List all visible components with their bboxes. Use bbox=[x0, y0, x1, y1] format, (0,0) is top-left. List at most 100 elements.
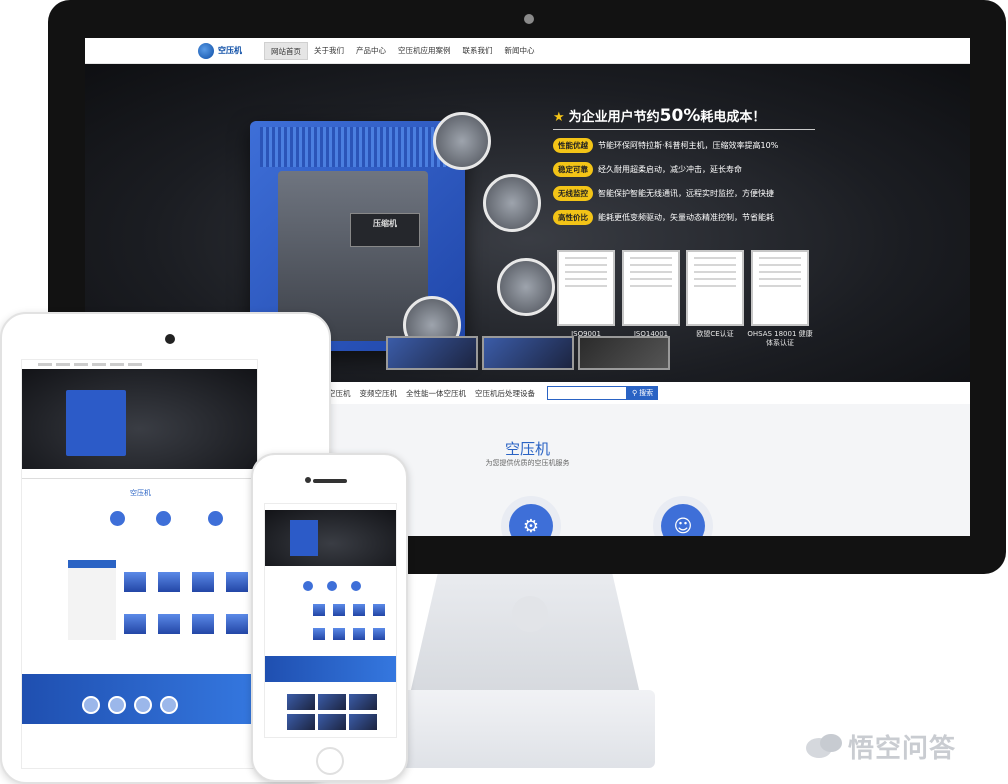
phone-service-icon bbox=[351, 581, 361, 591]
monitor-stand-neck bbox=[410, 574, 640, 694]
detail-circle-3 bbox=[497, 258, 555, 316]
star-icon: ★ bbox=[553, 110, 565, 125]
tablet-nav bbox=[22, 360, 257, 369]
tablet-product-image bbox=[158, 572, 180, 592]
feature-row: 性能优越 节能环保阿特拉斯·科普柯主机，压缩效率提高10% bbox=[553, 138, 778, 153]
detail-circle-1 bbox=[433, 112, 491, 170]
certificate-image bbox=[751, 250, 809, 326]
tablet-product-image bbox=[124, 614, 146, 634]
site-logo[interactable]: 空压机 bbox=[198, 42, 242, 59]
nav-item-news[interactable]: 新闻中心 bbox=[499, 42, 541, 60]
category-link[interactable]: 变频空压机 bbox=[360, 388, 398, 399]
banner-thumbnail[interactable] bbox=[482, 336, 574, 370]
monitor-camera bbox=[524, 14, 534, 24]
phone-service-icon bbox=[303, 581, 313, 591]
phone-banner bbox=[265, 510, 396, 566]
tablet-banner bbox=[22, 369, 257, 469]
category-link[interactable]: 空压机 bbox=[328, 388, 351, 399]
nav-item-cases[interactable]: 空压机应用案例 bbox=[392, 42, 457, 60]
tablet-service-icon bbox=[156, 511, 171, 526]
tablet-product-image bbox=[226, 572, 248, 592]
desktop-top-nav: 空压机 网站首页 关于我们 产品中心 空压机应用案例 联系我们 新闻中心 bbox=[85, 38, 970, 64]
phone-blue-section bbox=[265, 656, 396, 682]
certificate-image bbox=[622, 250, 680, 326]
phone-product-image bbox=[313, 628, 325, 640]
machine-vent bbox=[260, 127, 455, 167]
tablet-service-icon bbox=[208, 511, 223, 526]
monitor-stand-base bbox=[400, 690, 655, 768]
feature-text: 节能环保阿特拉斯·科普柯主机，压缩效率提高10% bbox=[598, 141, 779, 150]
nav-item-about[interactable]: 关于我们 bbox=[308, 42, 350, 60]
tablet-camera bbox=[165, 334, 175, 344]
phone-product-image bbox=[353, 604, 365, 616]
tablet-machine-image bbox=[66, 390, 126, 456]
headline-divider bbox=[553, 129, 815, 130]
machine-plate-text: 压缩机 bbox=[373, 219, 397, 228]
tablet-product-image bbox=[158, 614, 180, 634]
nav-item-products[interactable]: 产品中心 bbox=[350, 42, 392, 60]
phone-gallery-image bbox=[318, 714, 346, 730]
banner-thumbnail[interactable] bbox=[578, 336, 670, 370]
phone-gallery-image bbox=[318, 694, 346, 710]
headline-pre: 为企业用户节约 bbox=[568, 110, 660, 125]
search-button[interactable]: ⚲ 搜索 bbox=[627, 386, 659, 400]
certificate-image bbox=[686, 250, 744, 326]
tablet-product-image bbox=[192, 614, 214, 634]
search-box: ⚲ 搜索 bbox=[547, 386, 659, 400]
detail-circle-2 bbox=[483, 174, 541, 232]
search-input[interactable] bbox=[547, 386, 627, 400]
phone-home-button[interactable] bbox=[316, 747, 344, 775]
tablet-category-bar bbox=[22, 471, 257, 479]
nav-item-home[interactable]: 网站首页 bbox=[264, 41, 308, 60]
feature-tag: 高性价比 bbox=[553, 210, 593, 225]
phone-camera bbox=[305, 477, 311, 483]
search-button-label: 搜索 bbox=[639, 389, 654, 397]
phone-service-icon bbox=[327, 581, 337, 591]
speech-bubble-icon bbox=[806, 733, 842, 760]
desktop-menu: 网站首页 关于我们 产品中心 空压机应用案例 联系我们 新闻中心 bbox=[264, 38, 541, 63]
category-link[interactable]: 空压机后处理设备 bbox=[475, 388, 535, 399]
service-wrench-icon[interactable]: ⚙ bbox=[509, 504, 553, 536]
tablet-team-photo bbox=[82, 696, 100, 714]
feature-row: 无线监控 智能保护智能无线通讯，远程实时监控，方便快捷 bbox=[553, 186, 774, 201]
certificate-image bbox=[557, 250, 615, 326]
category-link[interactable]: 全性能一体空压机 bbox=[406, 388, 466, 399]
certificate-label: OHSAS 18001 健康体系认证 bbox=[747, 330, 813, 347]
watermark: 悟空问答 bbox=[806, 728, 956, 765]
phone-product-image bbox=[333, 604, 345, 616]
feature-tag: 稳定可靠 bbox=[553, 162, 593, 177]
tablet-team-photo bbox=[134, 696, 152, 714]
category-links: 空压机 变频空压机 全性能一体空压机 空压机后处理设备 bbox=[328, 388, 535, 399]
machine-plate: 压缩机 bbox=[350, 213, 420, 247]
tablet-product-image bbox=[192, 572, 214, 592]
logo-text: 空压机 bbox=[218, 46, 242, 55]
phone-screen bbox=[264, 503, 397, 738]
tablet-product-image bbox=[226, 614, 248, 634]
logo-icon bbox=[198, 42, 214, 59]
feature-tag: 无线监控 bbox=[553, 186, 593, 201]
banner-thumbnail[interactable] bbox=[386, 336, 478, 370]
phone-speaker bbox=[313, 479, 347, 483]
phone-product-image bbox=[373, 628, 385, 640]
tablet-product-sidebar bbox=[68, 560, 116, 640]
tablet-team-photo bbox=[108, 696, 126, 714]
phone-device bbox=[251, 453, 408, 782]
monitor-logo-icon bbox=[512, 596, 548, 632]
service-users-icon[interactable]: ☺ bbox=[661, 504, 705, 536]
phone-machine-image bbox=[290, 520, 318, 556]
tablet-screen: 空压机 bbox=[21, 359, 258, 769]
banner-headline: ★ 为企业用户节约50%耗电成本！ bbox=[553, 106, 765, 126]
phone-gallery-image bbox=[287, 694, 315, 710]
certificate-label: 欧盟CE认证 bbox=[696, 330, 734, 338]
phone-product-image bbox=[373, 604, 385, 616]
phone-gallery-image bbox=[349, 714, 377, 730]
tablet-blue-section bbox=[22, 674, 257, 724]
feature-row: 高性价比 能耗更低变频驱动，矢量动态精准控制，节省能耗 bbox=[553, 210, 774, 225]
nav-item-contact[interactable]: 联系我们 bbox=[457, 42, 499, 60]
phone-gallery-image bbox=[349, 694, 377, 710]
tablet-team-photo bbox=[160, 696, 178, 714]
phone-product-image bbox=[353, 628, 365, 640]
tablet-service-icon bbox=[110, 511, 125, 526]
feature-text: 智能保护智能无线通讯，远程实时监控，方便快捷 bbox=[598, 189, 774, 198]
tablet-section-title: 空压机 bbox=[130, 489, 151, 497]
